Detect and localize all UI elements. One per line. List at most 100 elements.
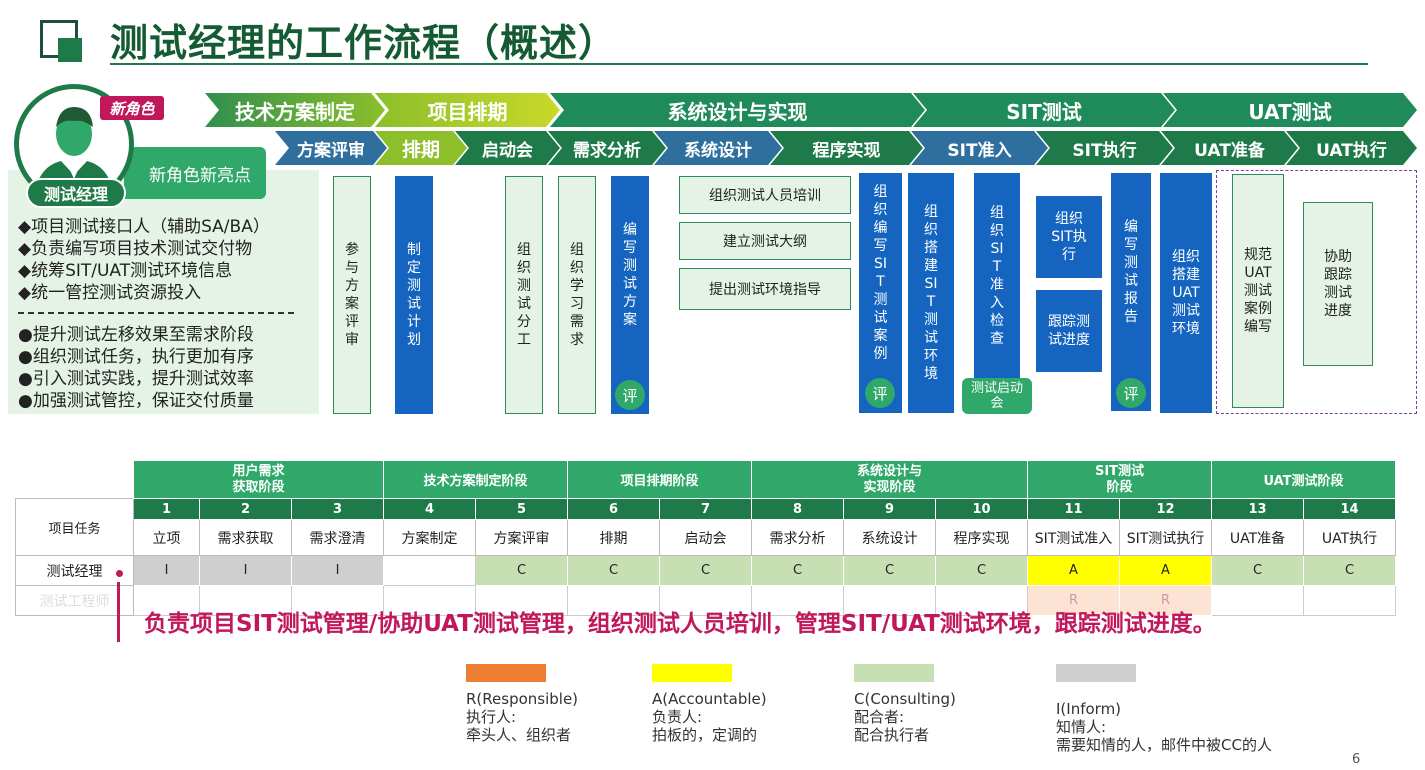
review-badge: 评: [1116, 378, 1146, 408]
legend-desc: 需要知情的人，邮件中被CC的人: [1056, 736, 1272, 754]
badge-text: 新角色: [109, 99, 155, 118]
legend-swatch: [1056, 664, 1136, 682]
step-number: 7: [659, 498, 752, 520]
subphase-label: 方案评审: [297, 140, 365, 161]
task-text: 组织搭建UAT测试环境: [1172, 249, 1200, 337]
list-item: ●提升测试左移效果至需求阶段: [18, 325, 254, 345]
raci-cell: C: [475, 555, 568, 586]
group-header: UAT测试阶段: [1211, 460, 1396, 499]
task-uat-env: 组织搭建UAT测试环境: [1160, 173, 1212, 413]
raci-table: 用户需求 获取阶段 技术方案制定阶段 项目排期阶段 系统设计与 实现阶段 SIT…: [15, 460, 1396, 616]
task-sit-entry-check: 组织SIT准入检查: [974, 173, 1020, 378]
raci-cell: C: [935, 555, 1028, 586]
legend-code: A(Accountable): [652, 690, 767, 708]
task-cell: 系统设计: [843, 519, 936, 556]
task-test-outline: 建立测试大纲: [679, 222, 851, 260]
phase-label: 系统设计与实现: [667, 99, 808, 124]
review-text: 评: [1123, 384, 1139, 403]
step-number: 12: [1119, 498, 1212, 520]
raci-cell: C: [1303, 555, 1396, 586]
subphase-sit-entry: SIT准入: [911, 131, 1048, 165]
pointer-dot: [116, 570, 123, 577]
task-uat-cases: 规范UAT测试案例编写: [1232, 174, 1284, 408]
step-number: 3: [291, 498, 384, 520]
raci-cell: C: [1211, 555, 1304, 586]
task-cell: 排期: [567, 519, 660, 556]
role-highlight-text: 新角色新亮点: [149, 165, 251, 186]
raci-cell: C: [659, 555, 752, 586]
task-training: 组织测试人员培训: [679, 176, 851, 214]
task-cell: 需求分析: [751, 519, 844, 556]
group-header: 技术方案制定阶段: [383, 460, 568, 499]
task-cell: 方案评审: [475, 519, 568, 556]
task-cell: SIT测试准入: [1027, 519, 1120, 556]
legend-consulting: C(Consulting) 配合者: 配合执行者: [854, 664, 956, 744]
task-cell: SIT测试执行: [1119, 519, 1212, 556]
list-item: ◆统一管控测试资源投入: [18, 283, 202, 303]
task-text: 组织测试分工: [517, 242, 531, 348]
summary-text: 负责项目SIT测试管理/协助UAT测试管理，组织测试人员培训，管理SIT/UAT…: [144, 611, 1216, 637]
new-role-badge: 新角色: [100, 96, 164, 120]
raci-cell: A: [1027, 555, 1120, 586]
task-sit-env: 组织搭建SIT测试环境: [908, 173, 954, 413]
task-text: 组织学习需求: [570, 242, 584, 348]
phase-schedule: 项目排期: [375, 93, 560, 127]
task-text: 参与方案评审: [345, 242, 359, 348]
raci-cell: [1211, 585, 1304, 616]
task-test-report: 编写测试报告: [1111, 173, 1151, 411]
task-cell: 启动会: [659, 519, 752, 556]
legend-swatch: [854, 664, 934, 682]
page-number: 6: [1352, 752, 1361, 767]
legend-title: 知情人:: [1056, 718, 1107, 736]
subphase-kickoff: 启动会: [455, 131, 560, 165]
legend-title: 负责人:: [652, 708, 703, 726]
task-join-review: 参与方案评审: [333, 176, 371, 414]
step-number: 9: [843, 498, 936, 520]
subphase-label: UAT执行: [1316, 140, 1387, 161]
row-label: 测试工程师: [15, 585, 134, 616]
subphase-label: 程序实现: [812, 140, 881, 161]
subphase-label: 启动会: [482, 140, 533, 161]
phase-label: 项目排期: [427, 99, 508, 124]
task-text: 组织编写SIT测试案例: [873, 184, 888, 362]
list-item: ●引入测试实践，提升测试效率: [18, 369, 254, 389]
step-number: 5: [475, 498, 568, 520]
task-assist-progress: 协助跟踪测试进度: [1303, 202, 1373, 366]
review-text: 评: [622, 386, 638, 405]
legend-desc: 拍板的，定调的: [652, 726, 758, 744]
raci-cell: [1303, 585, 1396, 616]
task-text: 组织SIT执行: [1051, 211, 1087, 263]
subphase-uat-prep: UAT准备: [1161, 131, 1298, 165]
raci-cell: I: [133, 555, 200, 586]
role-name-text: 测试经理: [43, 185, 108, 204]
title-underline: [110, 63, 1368, 65]
table-corner: [15, 460, 134, 499]
group-header: 项目排期阶段: [567, 460, 752, 499]
phase-tech-plan: 技术方案制定: [205, 93, 385, 127]
legend-inform: I(Inform) 知情人: 需要知情的人，邮件中被CC的人: [1056, 664, 1272, 754]
task-cell: 方案制定: [383, 519, 476, 556]
step-number: 11: [1027, 498, 1120, 520]
task-kickoff-meeting: 测试启动会: [962, 378, 1032, 414]
task-text: 提出测试环境指导: [709, 282, 821, 298]
step-number: 10: [935, 498, 1028, 520]
responsibility-list: ◆项目测试接口人（辅助SA/BA） ◆负责编写项目技术测试交付物 ◆统筹SIT/…: [18, 216, 270, 304]
task-text: 协助跟踪测试进度: [1324, 249, 1352, 319]
step-number: 13: [1211, 498, 1304, 520]
step-number: 6: [567, 498, 660, 520]
group-header: 系统设计与 实现阶段: [751, 460, 1028, 499]
subphase-sys-design: 系统设计: [654, 131, 782, 165]
subphase-uat-exec: UAT执行: [1286, 131, 1417, 165]
raci-cell: [383, 555, 476, 586]
subphase-label: 需求分析: [573, 140, 641, 161]
task-env-guidance: 提出测试环境指导: [679, 268, 851, 310]
task-cell: 立项: [133, 519, 200, 556]
subphase-label: SIT准入: [947, 140, 1012, 161]
task-test-plan: 制定测试计划: [395, 176, 433, 414]
title-square-fill: [58, 38, 82, 62]
subphase-label: 排期: [401, 138, 440, 161]
task-text: 制定测试计划: [407, 242, 421, 348]
phase-uat: UAT测试: [1163, 93, 1417, 127]
task-test-solution: 编写测试方案: [611, 176, 649, 414]
legend-title: 执行人:: [466, 708, 517, 726]
